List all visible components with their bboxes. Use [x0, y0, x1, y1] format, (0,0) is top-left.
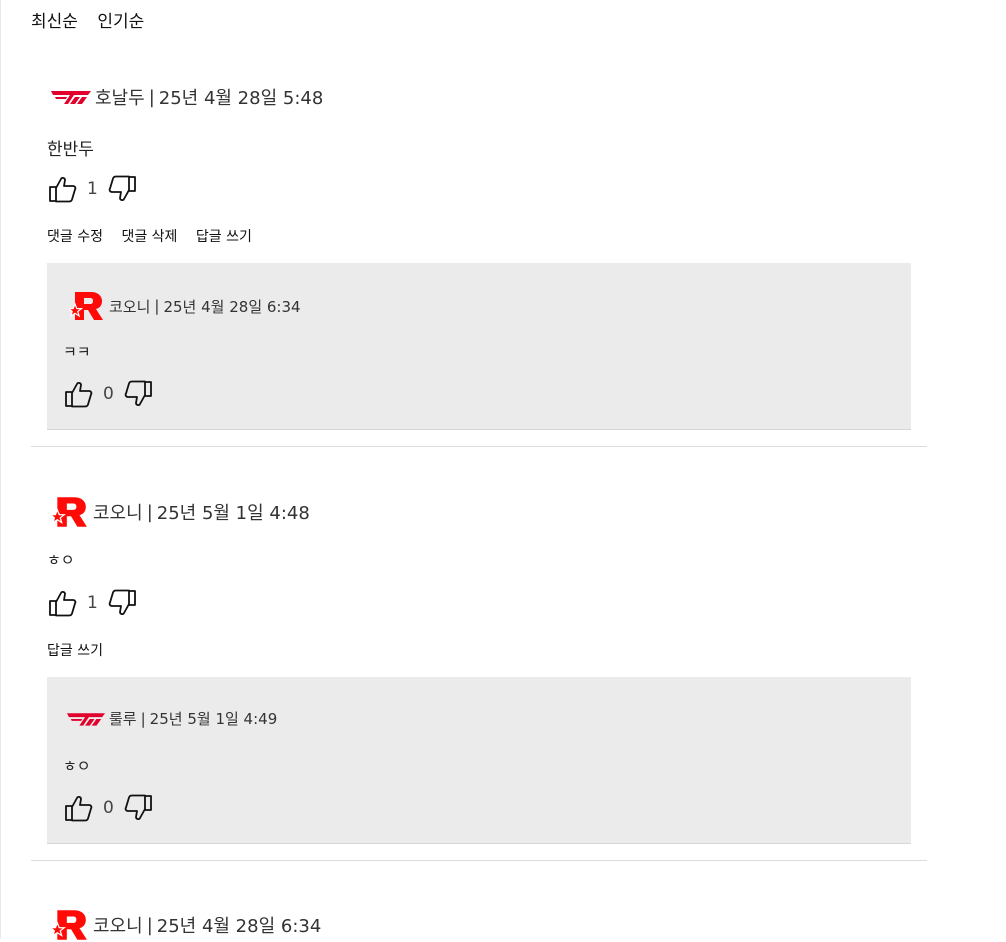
header-separator: | [154, 297, 160, 315]
kt-rolster-logo-icon [69, 290, 105, 322]
vote-bar: 1 [47, 173, 138, 205]
reply-timestamp: 25년 4월 28일 6:34 [163, 297, 301, 316]
comment-header: 호날두 | 25년 4월 28일 5:48 [51, 84, 323, 110]
comment-body: ㅎㅇ [47, 551, 75, 569]
kt-rolster-logo-icon [51, 495, 89, 529]
header-separator: | [148, 86, 155, 108]
like-count: 1 [87, 593, 98, 613]
reply-author[interactable]: 룰루 [109, 708, 137, 729]
comment-actions: 댓글 수정 댓글 삭제 답글 쓰기 [47, 226, 266, 246]
sort-bar: 최신순 인기순 [31, 7, 158, 32]
reply-body: ㅎㅇ [63, 757, 91, 775]
thumbs-up-icon[interactable] [47, 587, 79, 619]
reply-timestamp: 25년 5월 1일 4:49 [149, 710, 278, 728]
edit-comment-button[interactable]: 댓글 수정 [47, 229, 103, 245]
like-count: 0 [103, 798, 114, 818]
thumbs-down-icon[interactable] [122, 378, 154, 410]
reply-vote-bar: 0 [63, 378, 154, 410]
header-separator: | [146, 501, 153, 523]
reply-body: ㅋㅋ [63, 343, 91, 361]
comment-timestamp: 25년 5월 1일 4:48 [156, 503, 310, 524]
sort-popular-tab[interactable]: 인기순 [97, 12, 144, 32]
thumbs-down-icon[interactable] [106, 173, 138, 205]
delete-comment-button[interactable]: 댓글 삭제 [121, 229, 177, 245]
reply-author[interactable]: 코오니 [109, 296, 150, 317]
comment-body: 한반두 [47, 140, 94, 160]
reply-vote-bar: 0 [63, 792, 154, 824]
thumbs-down-icon[interactable] [106, 587, 138, 619]
reply-header: 코오니 | 25년 4월 28일 6:34 [69, 290, 301, 322]
comment-timestamp: 25년 4월 28일 6:34 [156, 916, 322, 937]
comment-author[interactable]: 호날두 [95, 84, 145, 110]
t1-logo-icon [67, 711, 105, 727]
reply-box: 코오니 | 25년 4월 28일 6:34 ㅋㅋ 0 [47, 263, 911, 430]
comment-timestamp: 25년 4월 28일 5:48 [158, 88, 324, 109]
comment-thread: 코오니 | 25년 5월 1일 4:48 ㅎㅇ 1 답글 쓰기 룰루 | 25년… [31, 474, 927, 861]
comment-author[interactable]: 코오니 [93, 912, 143, 938]
t1-logo-icon [51, 89, 91, 105]
like-count: 0 [103, 384, 114, 404]
thumbs-up-icon[interactable] [63, 378, 95, 410]
comment-thread: 코오니 | 25년 4월 28일 6:34 [31, 888, 927, 939]
reply-header: 룰루 | 25년 5월 1일 4:49 [67, 708, 277, 729]
comment-header: 코오니 | 25년 5월 1일 4:48 [51, 495, 310, 529]
kt-rolster-logo-icon [51, 908, 89, 942]
thumbs-down-icon[interactable] [122, 792, 154, 824]
page-edge-divider [0, 0, 1, 939]
write-reply-button[interactable]: 답글 쓰기 [47, 643, 103, 659]
like-count: 1 [87, 179, 98, 199]
reply-box: 룰루 | 25년 5월 1일 4:49 ㅎㅇ 0 [47, 677, 911, 844]
header-separator: | [146, 914, 153, 936]
thumbs-up-icon[interactable] [47, 173, 79, 205]
write-reply-button[interactable]: 답글 쓰기 [196, 229, 252, 245]
comment-actions: 답글 쓰기 [47, 640, 117, 660]
comment-author[interactable]: 코오니 [93, 499, 143, 525]
comment-thread: 호날두 | 25년 4월 28일 5:48 한반두 1 댓글 수정 댓글 삭제 … [31, 60, 927, 447]
comment-header: 코오니 | 25년 4월 28일 6:34 [51, 908, 321, 942]
vote-bar: 1 [47, 587, 138, 619]
thumbs-up-icon[interactable] [63, 792, 95, 824]
header-separator: | [140, 709, 146, 728]
sort-latest-tab[interactable]: 최신순 [31, 12, 78, 32]
